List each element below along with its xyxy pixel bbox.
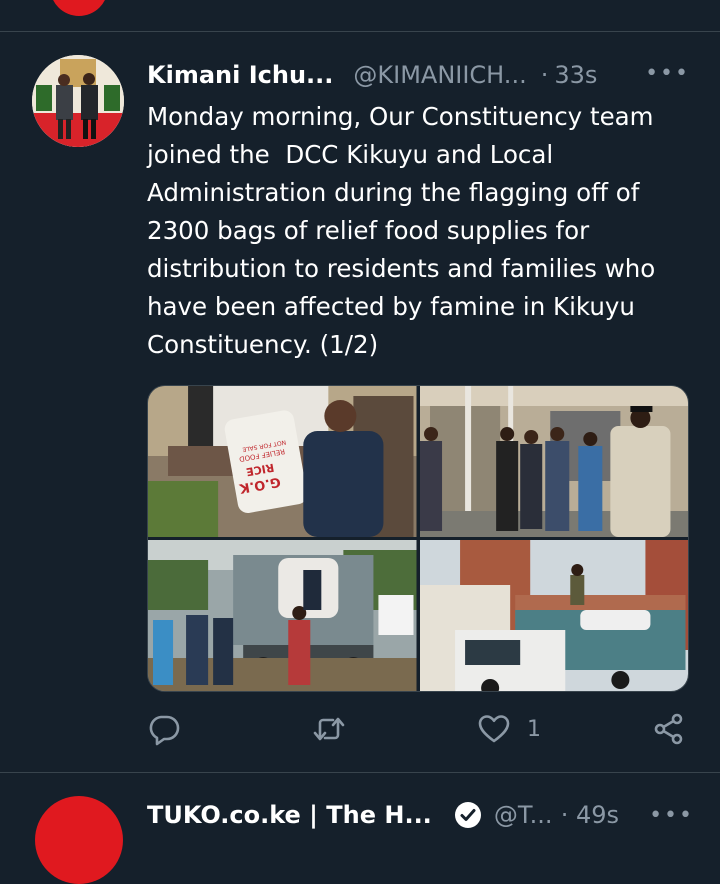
more-options-icon[interactable]: ••• <box>645 61 690 86</box>
divider-bottom <box>0 772 720 773</box>
user-handle[interactable]: @KIMANIICH... <box>353 61 526 89</box>
tweet-actions: 1 <box>147 712 690 752</box>
share-icon <box>654 713 683 745</box>
tweet-timestamp[interactable]: 33s <box>554 61 597 89</box>
next-tweet-timestamp[interactable]: · 49s <box>561 801 619 829</box>
previous-tweet-avatar[interactable] <box>50 0 108 16</box>
media-photo-1[interactable]: G.O.K RICE RELIEF FOOD NOT FOR SALE <box>148 386 417 537</box>
header-separator: · <box>540 61 549 89</box>
divider-top <box>0 31 720 32</box>
avatar-photo <box>32 55 124 147</box>
verified-badge-icon <box>454 802 481 828</box>
avatar[interactable] <box>32 55 124 147</box>
heart-icon <box>478 715 510 743</box>
media-photo-4[interactable] <box>419 540 688 691</box>
next-tweet-header: TUKO.co.ke | The H... @T... · 49s ••• <box>147 798 694 832</box>
display-name[interactable]: Kimani Ichu... <box>147 61 333 89</box>
like-button[interactable]: 1 <box>477 712 541 746</box>
retweet-icon <box>313 717 345 741</box>
media-grid: G.O.K RICE RELIEF FOOD NOT FOR SALE <box>147 385 689 692</box>
reply-icon <box>149 715 180 746</box>
next-user-handle[interactable]: @T... <box>494 801 553 829</box>
tweet-text: Monday morning, Our Constituency team jo… <box>147 102 656 359</box>
reply-button[interactable] <box>147 712 181 746</box>
tweet-header: Kimani Ichu... @KIMANIICH... · 33s ••• <box>147 58 694 92</box>
share-button[interactable] <box>652 712 686 746</box>
media-photo-2[interactable] <box>419 386 688 537</box>
like-count: 1 <box>527 716 541 742</box>
next-display-name[interactable]: TUKO.co.ke | The H... <box>147 801 432 829</box>
retweet-button[interactable] <box>312 712 346 746</box>
next-tweet-avatar[interactable] <box>35 796 123 884</box>
next-more-options-icon[interactable]: ••• <box>649 803 694 828</box>
media-photo-3[interactable] <box>148 540 417 691</box>
